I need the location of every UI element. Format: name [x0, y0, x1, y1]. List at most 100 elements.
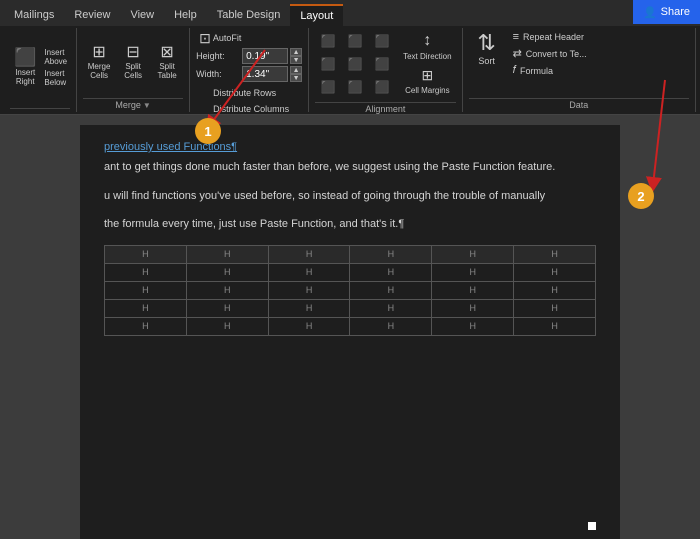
- autofit-button[interactable]: ⊡ AutoFit: [196, 30, 246, 46]
- table-cell: H: [268, 299, 350, 317]
- align-middle-left[interactable]: ⬛: [315, 53, 341, 75]
- distribute-cols-button[interactable]: Distribute Columns: [207, 102, 295, 116]
- table-cell: H: [432, 245, 514, 263]
- table-cell: H: [350, 299, 432, 317]
- table-row: H H H H H H: [105, 299, 596, 317]
- person-icon: 👤: [643, 6, 657, 19]
- doc-table: H H H H H H H H H H H H H H: [104, 245, 596, 336]
- table-cell: H: [432, 299, 514, 317]
- group-rows-columns: ⬛ InsertRight InsertAbove InsertBelow: [4, 28, 77, 112]
- table-cell: H: [350, 245, 432, 263]
- doc-para2: u will find functions you've used before…: [104, 188, 596, 205]
- insert-below-button[interactable]: InsertBelow: [41, 68, 70, 88]
- table-cell: H: [105, 281, 187, 299]
- doc-heading: previously used Functions¶: [104, 141, 596, 153]
- table-cell: H: [268, 263, 350, 281]
- width-spin-up[interactable]: ▲: [290, 66, 302, 74]
- merge-expand-icon[interactable]: ▼: [143, 101, 151, 110]
- doc-para1: ant to get things done much faster than …: [104, 159, 596, 176]
- table-cell: H: [432, 281, 514, 299]
- merge-group-label: Merge: [115, 100, 141, 110]
- split-cells-icon: ⊟: [126, 45, 139, 61]
- table-cell: H: [105, 263, 187, 281]
- cell-margins-button[interactable]: ⊞ Cell Margins: [401, 65, 453, 97]
- group-alignment: ⬛ ⬛ ⬛ ⬛ ⬛ ⬛ ⬛ ⬛ ⬛ ↕ Text Direction: [309, 28, 462, 112]
- table-cell: H: [268, 317, 350, 335]
- align-top-left[interactable]: ⬛: [315, 30, 341, 52]
- insert-above-button[interactable]: InsertAbove: [41, 47, 70, 67]
- table-cell: H: [350, 281, 432, 299]
- align-bottom-center[interactable]: ⬛: [342, 76, 368, 98]
- height-input[interactable]: [242, 48, 288, 64]
- align-bottom-right[interactable]: ⬛: [369, 76, 395, 98]
- table-cell: H: [186, 263, 268, 281]
- callout-1: 1: [195, 118, 221, 144]
- tab-mailings[interactable]: Mailings: [4, 4, 64, 26]
- table-resize-handle[interactable]: [588, 522, 596, 530]
- formula-button[interactable]: 𝑓 Formula: [509, 63, 689, 78]
- sort-button[interactable]: ⇅ Sort: [469, 30, 505, 68]
- merge-cells-icon: ⊞: [92, 45, 105, 61]
- alignment-grid: ⬛ ⬛ ⬛ ⬛ ⬛ ⬛ ⬛ ⬛ ⬛: [315, 30, 395, 98]
- table-cell: H: [268, 245, 350, 263]
- table-cell: H: [186, 281, 268, 299]
- text-direction-icon: ↕: [423, 32, 431, 50]
- table-cell: H: [105, 245, 187, 263]
- table-cell: H: [514, 263, 596, 281]
- align-middle-right[interactable]: ⬛: [369, 53, 395, 75]
- table-cell: H: [350, 317, 432, 335]
- align-top-center[interactable]: ⬛: [342, 30, 368, 52]
- tab-view[interactable]: View: [120, 4, 164, 26]
- text-direction-button[interactable]: ↕ Text Direction: [399, 30, 455, 63]
- group-data: ⇅ Sort ≡ Repeat Header ⇄ Convert to Te..…: [463, 28, 696, 112]
- table-cell: H: [186, 317, 268, 335]
- distribute-rows-button[interactable]: Distribute Rows: [207, 86, 295, 100]
- table-cell: H: [432, 263, 514, 281]
- tab-help[interactable]: Help: [164, 4, 207, 26]
- height-spin-down[interactable]: ▼: [290, 56, 302, 64]
- split-cells-button[interactable]: ⊟ SplitCells: [117, 44, 149, 81]
- group-merge: ⊞ MergeCells ⊟ SplitCells ⊠ SplitTable M…: [77, 28, 190, 112]
- align-bottom-left[interactable]: ⬛: [315, 76, 341, 98]
- callout-2: 2: [628, 183, 654, 209]
- table-cell: H: [186, 245, 268, 263]
- split-table-button[interactable]: ⊠ SplitTable: [151, 44, 183, 81]
- share-button[interactable]: 👤 Share: [633, 0, 700, 24]
- tab-layout[interactable]: Layout: [290, 4, 343, 26]
- table-cell: H: [432, 317, 514, 335]
- formula-icon: 𝑓: [513, 64, 516, 77]
- repeat-header-button[interactable]: ≡ Repeat Header: [509, 30, 689, 44]
- convert-to-text-icon: ⇄: [513, 47, 522, 60]
- table-row: H H H H H H: [105, 263, 596, 281]
- table-cell: H: [514, 299, 596, 317]
- data-group-label: Data: [569, 100, 588, 110]
- align-middle-center[interactable]: ⬛: [342, 53, 368, 75]
- width-input[interactable]: [242, 66, 288, 82]
- table-row: H H H H H H: [105, 317, 596, 335]
- width-label: Width:: [196, 69, 240, 79]
- tab-review[interactable]: Review: [64, 4, 120, 26]
- table-cell: H: [268, 281, 350, 299]
- table-cell: H: [105, 317, 187, 335]
- table-cell: H: [514, 281, 596, 299]
- align-top-right[interactable]: ⬛: [369, 30, 395, 52]
- table-row: H H H H H H: [105, 281, 596, 299]
- table-cell: H: [350, 263, 432, 281]
- insert-right-button[interactable]: ⬛ InsertRight: [10, 46, 40, 88]
- height-label: Height:: [196, 51, 240, 61]
- doc-para3: the formula every time, just use Paste F…: [104, 216, 596, 233]
- split-table-icon: ⊠: [160, 45, 173, 61]
- convert-to-text-button[interactable]: ⇄ Convert to Te...: [509, 46, 689, 61]
- alignment-group-label: Alignment: [365, 104, 405, 114]
- table-cell: H: [186, 299, 268, 317]
- tab-table-design[interactable]: Table Design: [207, 4, 291, 26]
- repeat-header-icon: ≡: [513, 31, 519, 43]
- cell-margins-icon: ⊞: [421, 67, 433, 84]
- autofit-icon: ⊡: [199, 31, 211, 45]
- height-spin-up[interactable]: ▲: [290, 48, 302, 56]
- insert-right-icon: ⬛: [14, 48, 36, 66]
- table-cell: H: [105, 299, 187, 317]
- merge-cells-button[interactable]: ⊞ MergeCells: [83, 44, 115, 81]
- table-cell: H: [514, 317, 596, 335]
- width-spin-down[interactable]: ▼: [290, 74, 302, 82]
